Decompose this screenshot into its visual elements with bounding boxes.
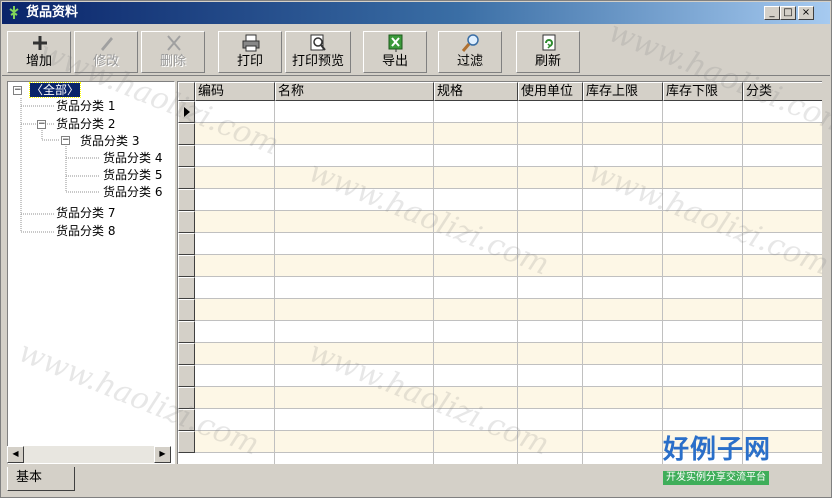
filter-icon [461, 34, 479, 52]
add-button[interactable]: 增加 [7, 31, 71, 73]
tree-node[interactable]: 货品分类 7 [56, 205, 115, 221]
filter-button[interactable]: 过滤 [438, 31, 502, 73]
tree-node[interactable]: 货品分类 4 [103, 150, 162, 166]
export-icon [388, 34, 403, 52]
edit-button[interactable]: 修改 [74, 31, 138, 73]
tree-node[interactable]: 货品分类 8 [56, 223, 115, 239]
row-indicator[interactable] [178, 409, 195, 431]
tab-basic[interactable]: 基本 [7, 467, 75, 491]
column-divider [582, 101, 583, 464]
category-tree[interactable]: − 〈全部〉 货品分类 1 − 货品分类 2 − 货品分类 3 货品分类 4 货… [7, 81, 175, 464]
column-header-min-stock[interactable]: 库存下限 [663, 82, 743, 101]
close-button[interactable]: × [798, 6, 814, 20]
row-indicator[interactable] [178, 387, 195, 409]
row-indicator[interactable] [178, 145, 195, 167]
row-indicator[interactable] [178, 343, 195, 365]
column-header-unit[interactable]: 使用单位 [518, 82, 583, 101]
column-divider [433, 101, 434, 464]
toolbar: 增加 修改 删除 打印 打印预览 导出 过滤 刷新 [2, 25, 830, 76]
maximize-button[interactable]: □ [780, 6, 796, 20]
refresh-button[interactable]: 刷新 [516, 31, 580, 73]
column-header-spec[interactable]: 规格 [434, 82, 518, 101]
grid-header: 编码 名称 规格 使用单位 库存上限 库存下限 分类 [178, 82, 822, 101]
column-header-max-stock[interactable]: 库存上限 [583, 82, 663, 101]
column-divider [274, 101, 275, 464]
row-indicator[interactable] [178, 189, 195, 211]
window: 货品资料 _ □ × 增加 修改 删除 打印 打印预览 导出 过滤 刷新 − 〈… [0, 0, 832, 498]
tree-node-root[interactable]: 〈全部〉 [28, 82, 82, 98]
data-grid[interactable]: 编码 名称 规格 使用单位 库存上限 库存下限 分类 [177, 81, 822, 464]
row-indicator[interactable] [178, 299, 195, 321]
logo-subtitle: 开发实例分享交流平台 [663, 471, 769, 485]
scroll-right-icon[interactable]: ▶ [154, 446, 171, 463]
tree-horizontal-scrollbar[interactable]: ◀ ▶ [7, 446, 171, 463]
column-divider [662, 101, 663, 464]
row-indicator[interactable] [178, 167, 195, 189]
delete-button[interactable]: 删除 [141, 31, 205, 73]
tree-expander[interactable]: − [61, 136, 70, 145]
column-header-name[interactable]: 名称 [275, 82, 434, 101]
tree-node[interactable]: 货品分类 6 [103, 184, 162, 200]
print-preview-icon [310, 34, 326, 51]
tree-node[interactable]: 货品分类 5 [103, 167, 162, 183]
row-indicator[interactable] [178, 233, 195, 255]
export-button[interactable]: 导出 [363, 31, 427, 73]
current-row-icon [184, 107, 190, 117]
row-indicator[interactable] [178, 101, 195, 123]
tree-node[interactable]: 货品分类 3 [80, 133, 139, 149]
tree-expander[interactable]: − [37, 120, 46, 129]
add-icon [33, 36, 47, 50]
row-indicator[interactable] [178, 365, 195, 387]
print-button[interactable]: 打印 [218, 31, 282, 73]
row-indicator[interactable] [178, 255, 195, 277]
refresh-icon [542, 34, 556, 51]
window-title: 货品资料 [26, 5, 79, 20]
row-indicator[interactable] [178, 321, 195, 343]
edit-icon [101, 37, 113, 51]
app-icon [9, 6, 19, 19]
row-indicator[interactable] [178, 123, 195, 145]
scroll-left-icon[interactable]: ◀ [7, 446, 24, 463]
print-preview-button[interactable]: 打印预览 [285, 31, 351, 73]
tree-expander-root[interactable]: − [13, 86, 22, 95]
row-indicator[interactable] [178, 277, 195, 299]
delete-icon [167, 35, 181, 51]
row-indicator[interactable] [178, 211, 195, 233]
minimize-button[interactable]: _ [764, 6, 780, 20]
tree-node[interactable]: 货品分类 2 [56, 116, 115, 132]
title-bar[interactable]: 货品资料 _ □ × [2, 2, 830, 24]
column-divider [517, 101, 518, 464]
logo-title: 好例子网 [663, 435, 772, 465]
column-header-code[interactable]: 编码 [195, 82, 275, 101]
column-header-category[interactable]: 分类 [743, 82, 822, 101]
grid-corner [178, 82, 195, 101]
tree-node[interactable]: 货品分类 1 [56, 98, 115, 114]
column-divider [742, 101, 743, 464]
site-logo: 好例子网 开发实例分享交流平台 [661, 435, 801, 491]
printer-icon [242, 34, 260, 52]
row-indicator[interactable] [178, 431, 195, 453]
